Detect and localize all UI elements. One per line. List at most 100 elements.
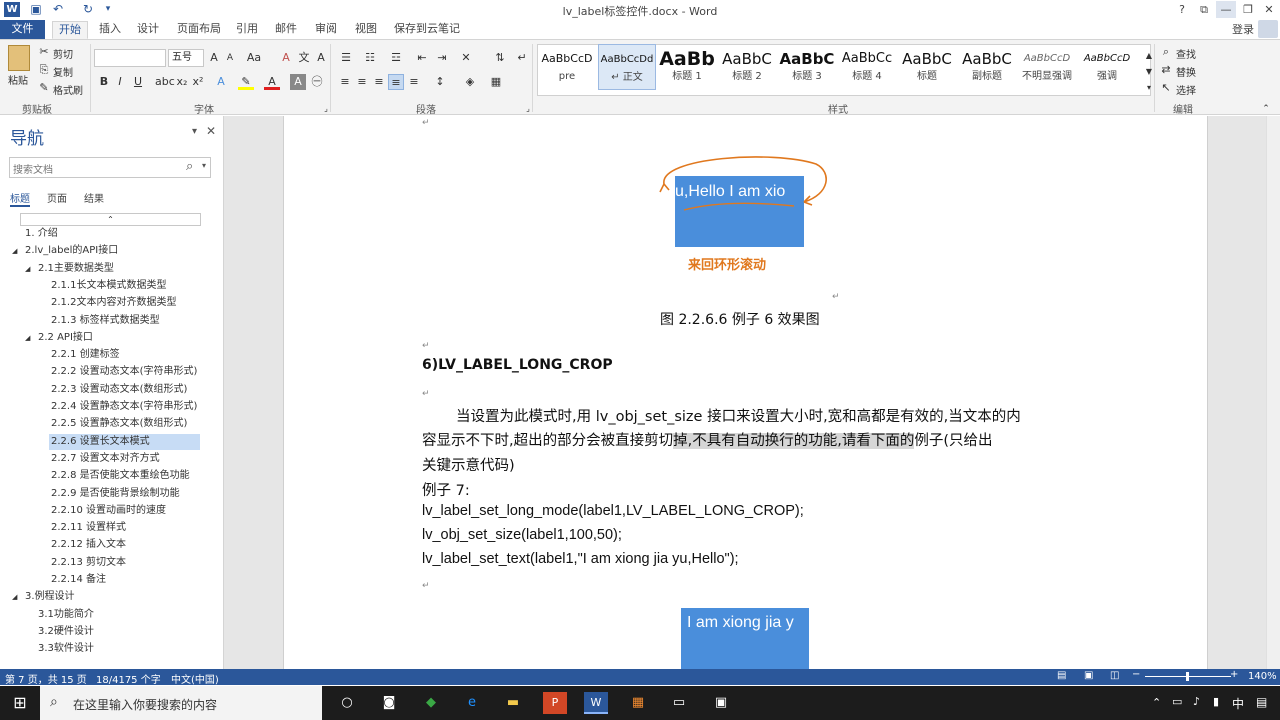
align-center-icon[interactable]: ≡ [354, 74, 370, 90]
style-heading-2[interactable]: AaBbC 标题 2 [718, 44, 776, 90]
replace-button[interactable]: 替换 [1176, 64, 1196, 79]
nav-item[interactable]: 2.lv_label的API接口 [23, 243, 200, 259]
windows-start-icon[interactable]: ⊞ [8, 692, 32, 714]
task-view-icon[interactable]: ○ [335, 692, 359, 714]
word-count[interactable]: 18/4175 个字 [96, 671, 161, 686]
bold-icon[interactable]: B [96, 74, 112, 90]
align-right-icon[interactable]: ≡ [371, 74, 387, 90]
volume-icon[interactable]: ♪ [1193, 695, 1200, 708]
increase-indent-icon[interactable]: ⇥ [434, 50, 450, 66]
zoom-slider-thumb[interactable] [1186, 672, 1189, 681]
zoom-level[interactable]: 140% [1248, 671, 1277, 682]
paste-icon[interactable] [8, 45, 30, 71]
nav-item[interactable]: 2.2.3 设置动态文本(数组形式) [49, 382, 200, 398]
word-taskbar-icon[interactable]: W [584, 692, 608, 714]
collapse-arrow-icon[interactable]: ◢ [12, 589, 17, 605]
style-heading-1[interactable]: AaBb 标题 1 [658, 44, 716, 90]
replace-icon[interactable]: ⇄ [1158, 62, 1174, 78]
vertical-scrollbar[interactable] [1266, 116, 1280, 669]
notification-icon[interactable]: ▤ [1256, 695, 1267, 709]
font-color-icon[interactable]: A [264, 74, 280, 90]
nav-item[interactable]: 2.2.7 设置文本对齐方式 [49, 451, 200, 467]
text-effects-icon[interactable]: A [213, 74, 229, 90]
edge-icon[interactable]: e [460, 692, 484, 714]
nav-item[interactable]: 2.1.1长文本模式数据类型 [49, 278, 200, 294]
bullets-icon[interactable]: ☰ [338, 50, 354, 66]
copy-button[interactable]: 复制 [53, 64, 73, 79]
font-size-select[interactable]: 五号 [168, 49, 204, 67]
nav-item[interactable]: 3.2硬件设计 [36, 624, 200, 640]
restore-button[interactable]: ❐ [1238, 1, 1258, 18]
nav-item[interactable]: 2.2.14 备注 [49, 572, 200, 588]
nav-item[interactable]: 2.2.10 设置动画时的速度 [49, 503, 200, 519]
format-painter-button[interactable]: 格式刷 [53, 82, 83, 97]
file-explorer-icon[interactable]: ▬ [501, 692, 525, 714]
avatar[interactable] [1258, 20, 1278, 38]
nav-item[interactable]: 2.2.9 是否使能背景绘制功能 [49, 486, 200, 502]
cut-button[interactable]: 剪切 [53, 46, 73, 61]
nav-item[interactable]: 2.2.11 设置样式 [49, 520, 200, 536]
ime-indicator[interactable]: 中 [1232, 695, 1244, 712]
decrease-indent-icon[interactable]: ⇤ [414, 50, 430, 66]
nav-item[interactable]: 2.2.6 设置长文本模式 [49, 433, 200, 450]
close-button[interactable]: ✕ [1259, 1, 1279, 18]
style-emphasis[interactable]: AaBbCcD 强调 [1078, 44, 1136, 90]
nav-tab-pages[interactable]: 页面 [47, 190, 67, 205]
nav-search-box[interactable]: 搜索文档 ⌕ ▾ [9, 157, 211, 178]
cut-icon[interactable]: ✂ [36, 44, 52, 60]
line-spacing-icon[interactable]: ↕ [432, 74, 448, 90]
show-marks-icon[interactable]: ↵ [514, 50, 530, 66]
style-subtitle[interactable]: AaBbC 副标题 [958, 44, 1016, 90]
style-title[interactable]: AaBbC 标题 [898, 44, 956, 90]
character-shading-icon[interactable]: A [290, 74, 306, 90]
powerpoint-icon[interactable]: P [543, 692, 567, 714]
collapse-arrow-icon[interactable]: ◢ [25, 261, 30, 277]
clear-formatting-icon[interactable]: A [278, 50, 294, 66]
style-normal[interactable]: AaBbCcDd ↵ 正文 [598, 44, 656, 90]
tab-references[interactable]: 引用 [230, 21, 264, 39]
highlight-color-icon[interactable]: ✎ [238, 74, 254, 90]
tab-layout[interactable]: 页面布局 [171, 21, 227, 39]
nav-item[interactable]: 2.2.1 创建标签 [49, 347, 200, 363]
tab-design[interactable]: 设计 [131, 21, 165, 39]
grow-font-icon[interactable]: A [206, 50, 222, 66]
justify-icon[interactable]: ≡ [388, 74, 404, 90]
select-button[interactable]: 选择 [1176, 82, 1196, 97]
tray-expand-icon[interactable]: ⌃ [1152, 696, 1161, 709]
network-icon[interactable]: ▭ [1172, 695, 1182, 708]
nav-item[interactable]: 2.1.2文本内容对齐数据类型 [49, 295, 200, 311]
nav-tab-headings[interactable]: 标题 [10, 190, 30, 207]
align-left-icon[interactable]: ≡ [337, 74, 353, 90]
nav-item[interactable]: 2.2.4 设置静态文本(字符串形式) [49, 399, 200, 415]
app-icon[interactable]: ▭ [667, 692, 691, 714]
document-page[interactable]: ↵ u,Hello I am xio 来回环形滚动 ↵ 图 2.2.6.6 例子… [283, 116, 1208, 669]
tab-insert[interactable]: 插入 [93, 21, 127, 39]
collapse-arrow-icon[interactable]: ◢ [25, 330, 30, 346]
style-pre[interactable]: AaBbCcD pre [538, 44, 596, 90]
character-border-icon[interactable]: A [313, 50, 329, 66]
underline-icon[interactable]: U [130, 74, 146, 90]
app-icon[interactable]: ◆ [419, 692, 443, 714]
font-dialog-launcher-icon[interactable]: ⌟ [318, 101, 334, 117]
tab-home[interactable]: 开始 [52, 21, 88, 39]
search-icon[interactable]: ⌕ [186, 159, 193, 174]
collapse-ribbon-icon[interactable]: ⌃ [1258, 101, 1274, 117]
nav-item[interactable]: 3.例程设计 [23, 589, 200, 605]
zoom-in-icon[interactable]: + [1230, 669, 1238, 680]
tab-review[interactable]: 审阅 [309, 21, 343, 39]
paragraph-dialog-launcher-icon[interactable]: ⌟ [520, 101, 536, 117]
collapse-arrow-icon[interactable]: ◢ [12, 243, 17, 259]
camera-app-icon[interactable]: ◙ [377, 692, 401, 714]
nav-item[interactable]: 2.2.2 设置动态文本(字符串形式) [49, 364, 200, 380]
battery-icon[interactable]: ▮ [1213, 695, 1219, 708]
nav-item[interactable]: 2.2 API接口 [36, 330, 200, 346]
subscript-icon[interactable]: x₂ [174, 74, 190, 90]
select-icon[interactable]: ↖ [1158, 80, 1174, 96]
nav-close-icon[interactable]: ✕ [206, 124, 216, 138]
nav-options-icon[interactable]: ▾ [192, 126, 197, 137]
italic-icon[interactable]: I [112, 74, 128, 90]
nav-item[interactable]: 2.2.12 插入文本 [49, 537, 200, 553]
paste-button[interactable]: 粘贴 [8, 72, 28, 87]
print-layout-icon[interactable]: ▣ [1084, 670, 1093, 681]
app-icon[interactable]: ▣ [709, 692, 733, 714]
